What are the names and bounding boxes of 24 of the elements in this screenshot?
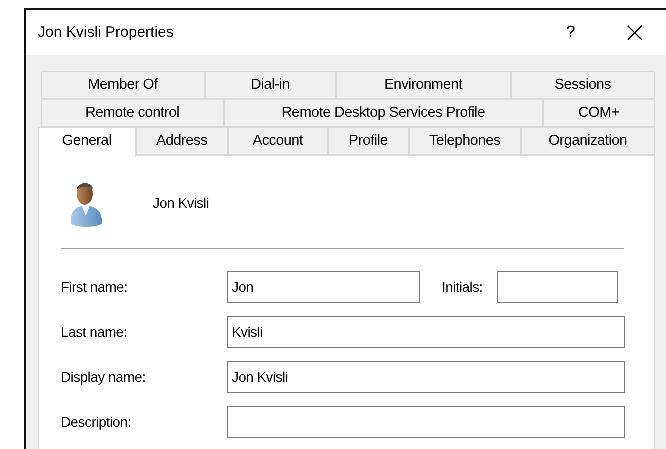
tab[interactable]: Remote Desktop Services Profile bbox=[224, 99, 543, 127]
help-button[interactable]: ? bbox=[548, 16, 594, 50]
text-field[interactable]: Jon Kvisli bbox=[227, 361, 625, 393]
text-field[interactable]: Jon bbox=[227, 271, 420, 303]
tab[interactable]: Environment bbox=[336, 71, 511, 99]
tab[interactable]: General bbox=[38, 127, 136, 157]
user-name: Jon Kvisli bbox=[153, 195, 210, 211]
field-label: First name: bbox=[61, 279, 129, 295]
field-label: Initials: bbox=[442, 279, 483, 295]
text-field[interactable]: Kvisli bbox=[227, 316, 625, 348]
field-label: Display name: bbox=[61, 369, 147, 385]
tab[interactable]: Organization bbox=[521, 127, 655, 155]
tab[interactable]: Account bbox=[228, 127, 328, 155]
tab[interactable]: Dial-in bbox=[205, 71, 336, 99]
tab[interactable]: Telephones bbox=[409, 127, 521, 155]
field-label: Last name: bbox=[61, 324, 128, 340]
tab[interactable]: COM+ bbox=[543, 99, 655, 127]
window-title: Jon Kvisli Properties bbox=[38, 24, 175, 41]
tab[interactable]: Member Of bbox=[41, 71, 205, 99]
tab[interactable]: Sessions bbox=[511, 71, 655, 99]
tab[interactable]: Profile bbox=[328, 127, 409, 155]
tab[interactable]: Address bbox=[136, 127, 228, 155]
tab[interactable]: Remote control bbox=[41, 99, 224, 127]
field-label: Description: bbox=[61, 414, 132, 430]
